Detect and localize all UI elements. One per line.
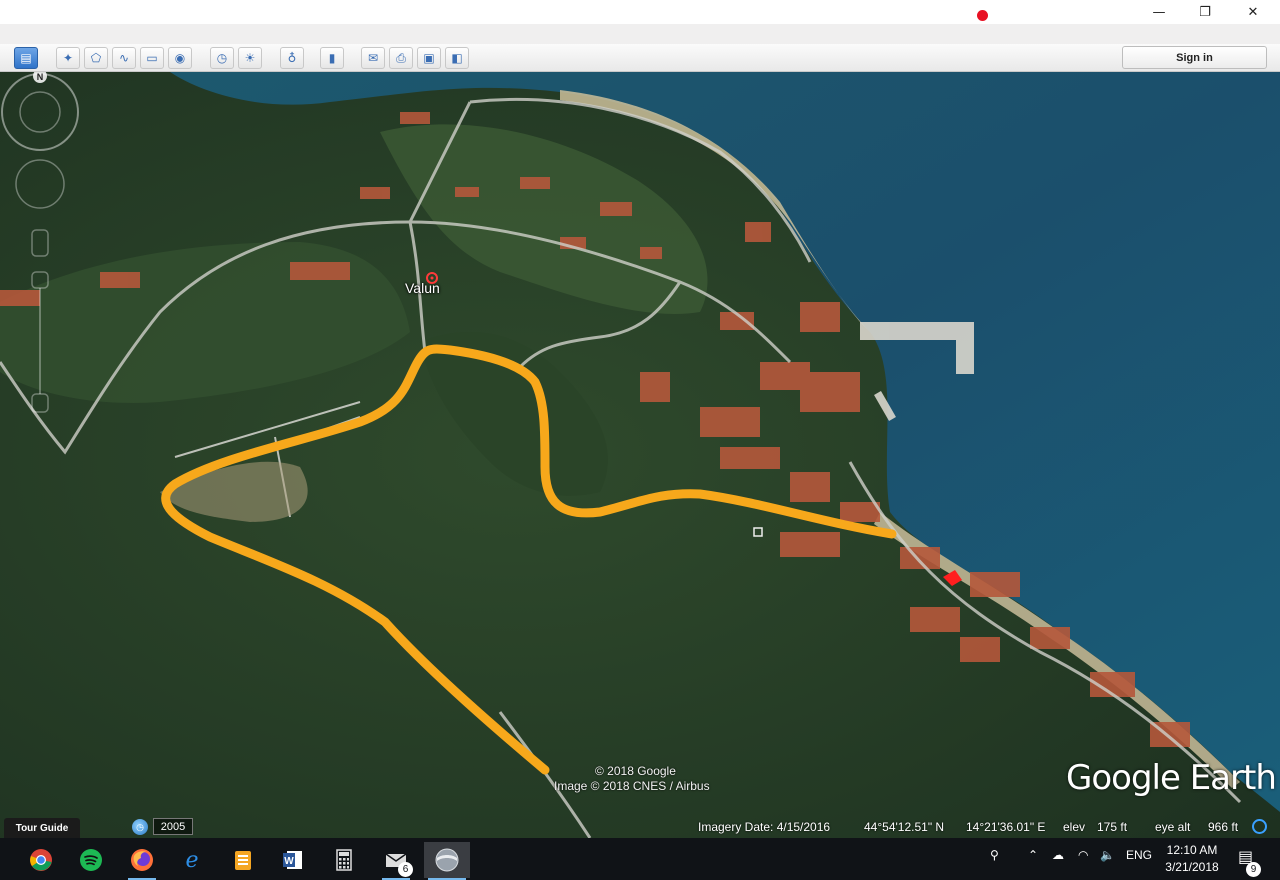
- add-path-button[interactable]: ∿: [112, 47, 136, 69]
- view-in-maps-button[interactable]: ◧: [445, 47, 469, 69]
- word-button[interactable]: W: [275, 842, 311, 878]
- switch-planet-icon: ♁: [287, 51, 297, 65]
- place-label-valun[interactable]: Valun: [405, 280, 440, 296]
- map-viewport[interactable]: Valun © 2018 Google Image © 2018 CNES / …: [0, 72, 1280, 838]
- calculator-button[interactable]: [326, 842, 362, 878]
- clock[interactable]: 12:10 AM 3/21/2018: [1160, 842, 1224, 876]
- zoom-in-icon: [31, 229, 49, 257]
- calculator-icon: [336, 849, 352, 871]
- show-hidden-icons-chevron-icon[interactable]: ⌃: [1028, 848, 1038, 862]
- minimize-button[interactable]: —: [1136, 0, 1182, 24]
- longitude: 14°21'36.01" E: [966, 820, 1046, 834]
- firefox-button[interactable]: [124, 842, 160, 880]
- satellite-imagery: [0, 72, 1280, 838]
- historical-imagery-button[interactable]: ◷: [210, 47, 234, 69]
- spotify-icon: [80, 849, 102, 871]
- switch-planet-button[interactable]: ♁: [280, 47, 304, 69]
- add-image-overlay-icon: ▭: [146, 51, 158, 65]
- volume-icon[interactable]: 🔈: [1100, 848, 1115, 862]
- tour-guide-tab[interactable]: Tour Guide: [4, 818, 80, 838]
- window-title-bar: — ❐ ✕: [0, 0, 1280, 24]
- svg-text:e: e: [185, 848, 198, 872]
- copyright-imagery: Image © 2018 CNES / Airbus: [554, 779, 710, 793]
- edge-button[interactable]: e: [174, 842, 210, 878]
- language-indicator[interactable]: ENG: [1126, 848, 1152, 862]
- email-icon: ✉: [367, 51, 379, 65]
- eye-alt-label: eye alt: [1155, 820, 1191, 834]
- google-earth-logo: Google Earth: [1066, 758, 1277, 798]
- add-image-overlay-button[interactable]: ▭: [140, 47, 164, 69]
- move-joystick-icon: [15, 159, 65, 209]
- historical-year[interactable]: 2005: [153, 818, 193, 835]
- elevation-label: elev: [1063, 820, 1086, 834]
- imagery-date: Imagery Date: 4/15/2016: [698, 820, 831, 834]
- latitude: 44°54'12.51" N: [864, 820, 945, 834]
- add-polygon-icon: ⬠: [90, 51, 102, 65]
- record-tour-icon: ◉: [174, 51, 186, 65]
- svg-text:W: W: [284, 856, 294, 867]
- menu-strip: [0, 24, 1280, 44]
- email-button[interactable]: ✉: [361, 47, 385, 69]
- sunlight-button[interactable]: ☀: [238, 47, 262, 69]
- status-bar: Tour Guide ◷ 2005 Imagery Date: 4/15/201…: [0, 816, 1280, 838]
- mail-badge: 6: [398, 862, 413, 877]
- print-button[interactable]: ⎙: [389, 47, 413, 69]
- navigation-controls[interactable]: N: [0, 72, 80, 422]
- word-icon: W: [283, 851, 302, 869]
- wifi-icon[interactable]: ◠: [1078, 848, 1088, 862]
- add-placemark-icon: ✦: [62, 51, 74, 65]
- print-icon: ⎙: [396, 50, 406, 65]
- save-image-icon: ▣: [423, 51, 435, 65]
- google-earth-button[interactable]: [424, 842, 470, 880]
- compass-north-label: N: [37, 72, 44, 82]
- archive-icon: [235, 851, 251, 870]
- people-icon[interactable]: ⚲: [990, 848, 999, 862]
- onedrive-icon[interactable]: ☁: [1052, 848, 1064, 862]
- save-image-button[interactable]: ▣: [417, 47, 441, 69]
- ruler-button[interactable]: ▮: [320, 47, 344, 69]
- chrome-icon: [30, 849, 52, 871]
- chrome-button[interactable]: [23, 842, 59, 878]
- archive-button[interactable]: [225, 842, 261, 878]
- eye-alt-value: 966 ft: [1208, 820, 1239, 834]
- edge-icon: e: [185, 848, 198, 872]
- taskbar: e W 6 ⚲ ⌃ ☁ ◠ 🔈 ENG 12:10 AM 3/21/2018 ▤…: [0, 838, 1280, 880]
- spotify-button[interactable]: [73, 842, 109, 878]
- add-path-icon: ∿: [118, 51, 130, 65]
- close-button[interactable]: ✕: [1230, 0, 1276, 24]
- recording-indicator-icon: [977, 10, 988, 21]
- ruler-icon: ▮: [328, 51, 336, 65]
- elevation-value: 175 ft: [1097, 820, 1128, 834]
- notification-count-badge: 9: [1246, 862, 1261, 877]
- look-joystick-icon: [1, 73, 79, 151]
- zoom-out-icon: [31, 393, 49, 413]
- add-polygon-button[interactable]: ⬠: [84, 47, 108, 69]
- sidebar-toggle-button[interactable]: ▤: [14, 47, 38, 69]
- clock-time: 12:10 AM: [1166, 843, 1218, 857]
- toolbar: ▤ ✦ ⬠ ∿ ▭ ◉ ◷ ☀ ♁ ▮ ✉ ⎙ ▣ ◧ Sign in: [0, 44, 1280, 72]
- sign-in-button[interactable]: Sign in: [1122, 46, 1267, 69]
- firefox-icon: [131, 849, 153, 871]
- historical-imagery-clock-icon[interactable]: ◷: [132, 819, 148, 835]
- clock-date: 3/21/2018: [1165, 860, 1219, 874]
- sunlight-icon: ☀: [244, 51, 256, 65]
- copyright-google: © 2018 Google: [595, 764, 676, 778]
- add-placemark-button[interactable]: ✦: [56, 47, 80, 69]
- google-earth-icon: [435, 848, 459, 872]
- sidebar-toggle-icon: ▤: [20, 51, 32, 65]
- loading-indicator-icon: [1252, 819, 1267, 834]
- historical-imagery-icon: ◷: [216, 51, 228, 65]
- record-tour-button[interactable]: ◉: [168, 47, 192, 69]
- view-in-maps-icon: ◧: [451, 51, 463, 65]
- maximize-button[interactable]: ❐: [1182, 0, 1228, 24]
- zoom-slider-thumb-icon: [31, 271, 49, 289]
